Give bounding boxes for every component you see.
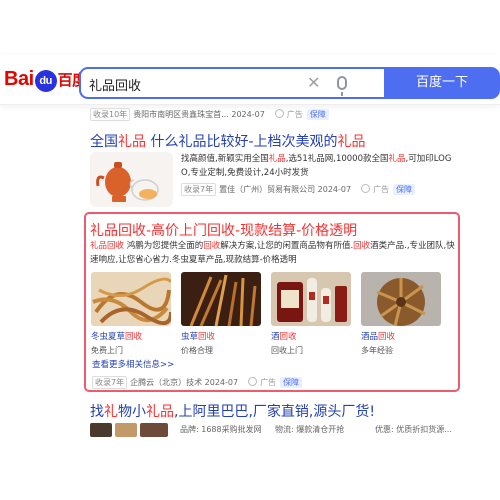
gallery-caption[interactable]: 冬虫夏草回收 bbox=[91, 330, 177, 342]
caption-text: 酒品 bbox=[361, 332, 379, 342]
desc-keyword: 礼品 bbox=[388, 154, 406, 164]
caption-keyword: 回收 bbox=[279, 332, 297, 342]
result4-thumbnail[interactable] bbox=[140, 423, 168, 437]
title-keyword: 礼品 bbox=[118, 134, 146, 150]
liquor-bottles-image[interactable] bbox=[271, 272, 351, 326]
caption-text: 酒 bbox=[271, 332, 280, 342]
search-input[interactable]: 礼品回收 bbox=[89, 75, 141, 94]
desc-part: ,选51礼品网,10000款全国 bbox=[285, 154, 389, 164]
result4-info-brand: 品牌: 1688采购批发网 bbox=[180, 425, 262, 434]
desc-keyword: 礼品回收 bbox=[90, 241, 125, 251]
caption-keyword: 回收 bbox=[125, 332, 143, 342]
paw-icon: du bbox=[34, 70, 57, 92]
gallery-caption[interactable]: 虫草回收 bbox=[181, 330, 267, 342]
desc-line: O,专业定制,免费设计,24小时发货 bbox=[181, 168, 309, 178]
caption-keyword: 回收 bbox=[378, 332, 396, 342]
cordyceps-image[interactable] bbox=[181, 272, 261, 326]
result2-description: 找高颜值,新颖实用全国礼品,选51礼品网,10000款全国礼品,可加印LOG O… bbox=[181, 152, 451, 180]
result4-title[interactable]: 找礼物小礼品,上阿里巴巴,厂家直销,源头厂货! bbox=[90, 401, 375, 421]
desc-keyword: 礼品 bbox=[268, 154, 286, 164]
more-info-link[interactable]: 查看更多相关信息>> bbox=[92, 358, 174, 370]
title-part: 什么礼品比较好-上档次美观的 bbox=[146, 134, 338, 150]
gallery-item[interactable]: 酒品回收 多年经验 bbox=[361, 272, 447, 356]
result2-meta: 收录7年 置佳（广州）贸易有限公司 2024-07 广告 保障 bbox=[181, 183, 416, 196]
search-header: Bai du 百度 礼品回收 ✕ 百度一下 bbox=[0, 55, 500, 105]
caption-keyword: 回收 bbox=[198, 332, 216, 342]
cordyceps-bundle-image[interactable] bbox=[361, 272, 441, 326]
result3-description: 礼品回收 鸿鹏为您提供全面的回收解决方案,让您的闲置商品物有所值.回收酒类产品.… bbox=[90, 239, 456, 267]
title-part: ,上阿里巴巴,厂家直销,源头厂货! bbox=[174, 404, 375, 420]
title-keyword: 礼 bbox=[104, 404, 118, 420]
desc-part: 酒类产品.,专业团队,快 bbox=[370, 241, 455, 251]
gallery-caption[interactable]: 酒品回收 bbox=[361, 330, 447, 342]
search-input-box[interactable]: 礼品回收 ✕ bbox=[79, 67, 384, 99]
microphone-icon[interactable] bbox=[337, 76, 347, 96]
gallery-caption[interactable]: 酒回收 bbox=[271, 330, 357, 342]
desc-part: 找高颜值,新颖实用全国 bbox=[181, 154, 269, 164]
result3-title[interactable]: 礼品回收-高价上门回收-现款结算-价格透明 bbox=[90, 220, 357, 240]
title-keyword: 礼品 bbox=[146, 404, 174, 420]
result-source[interactable]: 置佳（广州）贸易有限公司 2024-07 bbox=[219, 185, 351, 194]
desc-keyword: 回收 bbox=[353, 241, 371, 251]
result2-thumbnail-teapot[interactable] bbox=[90, 152, 173, 207]
gallery-item[interactable]: 酒回收 回收上门 bbox=[271, 272, 357, 356]
desc-part: ,可加印LOG bbox=[405, 154, 452, 164]
caption-text: 虫草 bbox=[181, 332, 199, 342]
insured-badge[interactable]: 保障 bbox=[306, 109, 329, 120]
title-part: 找 bbox=[90, 404, 104, 420]
gallery-item[interactable]: 虫草回收 价格合理 bbox=[181, 272, 267, 356]
baidu-logo[interactable]: Bai du 百度 bbox=[4, 68, 87, 92]
gallery-subcaption: 回收上门 bbox=[271, 346, 303, 355]
result4-thumbnail[interactable] bbox=[115, 423, 137, 437]
caption-text: 冬虫夏草 bbox=[91, 332, 126, 342]
gallery-subcaption: 价格合理 bbox=[181, 346, 213, 355]
desc-part: 鸿鹏为您提供全面的 bbox=[124, 241, 204, 251]
clear-icon[interactable]: ✕ bbox=[307, 73, 320, 92]
ad-label: 广告 bbox=[361, 185, 389, 194]
cordyceps-image[interactable] bbox=[91, 272, 171, 326]
indexed-badge: 收录7年 bbox=[181, 183, 217, 196]
insured-badge[interactable]: 保障 bbox=[393, 184, 416, 195]
logo-text-bai: Bai bbox=[4, 68, 34, 90]
desc-part: 解决方案,让您的闲置商品物有所值. bbox=[220, 241, 354, 251]
result-source[interactable]: 企腾云（北京）技术 2024-07 bbox=[130, 378, 238, 387]
title-part: 物小 bbox=[118, 404, 146, 420]
search-button[interactable]: 百度一下 bbox=[384, 67, 500, 99]
insured-badge[interactable]: 保障 bbox=[280, 377, 303, 388]
indexed-badge: 收录10年 bbox=[90, 108, 131, 121]
desc-keyword: 回收 bbox=[203, 241, 221, 251]
gallery-subcaption: 免费上门 bbox=[91, 346, 123, 355]
result-source[interactable]: 贵阳市南明区贵鑫珠宝首... 2024-07 bbox=[133, 110, 265, 119]
ad-label: 广告 bbox=[248, 378, 276, 387]
title-part: 全国 bbox=[90, 134, 118, 150]
gallery-subcaption: 多年经验 bbox=[361, 346, 393, 355]
result1-meta: 收录10年 贵阳市南明区贵鑫珠宝首... 2024-07 广告 保障 bbox=[90, 108, 329, 121]
desc-line: 速响应,让您省心省力.冬虫夏草产品,现款结算-价格透明 bbox=[90, 255, 297, 265]
result4-info-discount: 优惠: 优质折扣货源... bbox=[375, 425, 452, 434]
ad-label: 广告 bbox=[275, 110, 303, 119]
title-keyword: 礼品 bbox=[337, 134, 366, 150]
result4-info-logistics: 物流: 爆款清仓开抢 bbox=[275, 425, 345, 434]
gallery-item[interactable]: 冬虫夏草回收 免费上门 bbox=[91, 272, 177, 356]
result3-card: 礼品回收-高价上门回收-现款结算-价格透明 礼品回收 鸿鹏为您提供全面的回收解决… bbox=[84, 212, 460, 392]
indexed-badge: 收录7年 bbox=[92, 376, 128, 389]
result4-thumbnail[interactable] bbox=[90, 423, 112, 437]
result2-title[interactable]: 全国礼品 什么礼品比较好-上档次美观的礼品 bbox=[90, 131, 366, 151]
result3-meta: 收录7年 企腾云（北京）技术 2024-07 广告 保障 bbox=[92, 376, 303, 389]
